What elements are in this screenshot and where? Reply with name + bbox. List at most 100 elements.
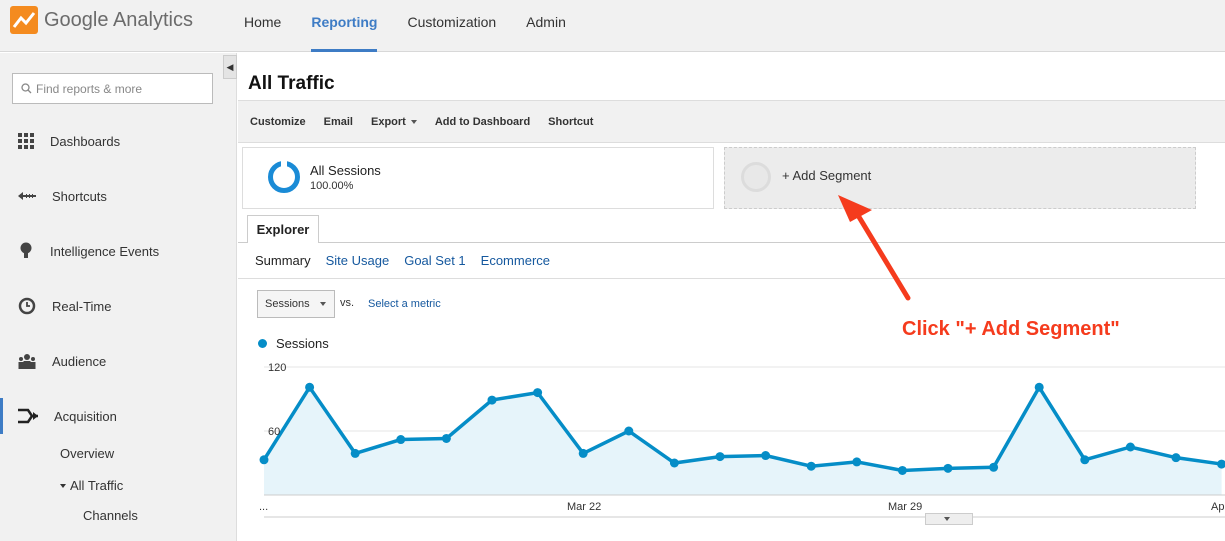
customize-button[interactable]: Customize <box>250 116 306 128</box>
y-tick-label: 120 <box>268 362 286 374</box>
data-point <box>669 458 679 468</box>
sidebar-item-label: Acquisition <box>54 408 117 424</box>
app-name: Google Analytics <box>44 8 193 31</box>
search-input[interactable] <box>36 81 206 96</box>
acquisition-arrows-icon <box>18 408 38 424</box>
segment-all-sessions[interactable]: All Sessions 100.00% <box>242 147 714 209</box>
empty-segment-ring-icon <box>741 162 771 192</box>
subtab-summary[interactable]: Summary <box>255 253 311 268</box>
data-point <box>943 463 953 473</box>
subtab-site-usage[interactable]: Site Usage <box>326 253 390 268</box>
sidebar-subitem-label: All Traffic <box>70 478 124 493</box>
sidebar-item-acquisition[interactable]: Acquisition <box>0 398 236 434</box>
lightbulb-icon <box>20 242 32 258</box>
add-segment-button[interactable]: + Add Segment <box>724 147 1196 209</box>
data-point <box>305 382 315 392</box>
top-bar: Google Analytics Home Reporting Customiz… <box>0 0 1225 52</box>
series-legend-label: Sessions <box>276 336 329 351</box>
sidebar-item-intelligence-events[interactable]: Intelligence Events <box>0 233 236 269</box>
chart-expand-handle[interactable] <box>925 513 973 525</box>
x-tick-label: Mar 22 <box>567 501 601 513</box>
data-point <box>989 462 999 472</box>
y-tick-label: 60 <box>268 426 280 438</box>
subtab-goal-set-1[interactable]: Goal Set 1 <box>404 253 465 268</box>
google-analytics-logo[interactable]: Google Analytics <box>10 6 193 34</box>
report-toolbar: Customize Email Export Add to Dashboard … <box>238 101 1225 143</box>
sidebar-item-label: Audience <box>52 353 107 369</box>
nav-reporting[interactable]: Reporting <box>311 0 378 52</box>
data-point <box>487 395 497 405</box>
sidebar: Dashboards Shortcuts Intelligence Events… <box>0 53 237 541</box>
data-point <box>350 448 360 458</box>
segment-percent: 100.00% <box>310 180 354 192</box>
sidebar-item-audience[interactable]: Audience <box>0 343 236 379</box>
explorer-subtabs: Summary Site Usage Goal Set 1 Ecommerce <box>255 253 565 268</box>
add-segment-label: + Add Segment <box>782 168 872 183</box>
data-point <box>441 433 451 443</box>
nav-admin[interactable]: Admin <box>526 0 566 52</box>
subtab-divider <box>238 278 1225 279</box>
main-nav: Home Reporting Customization Admin <box>244 0 596 52</box>
sidebar-item-label: Shortcuts <box>52 188 107 204</box>
sidebar-subitem-all-traffic[interactable]: All Traffic <box>60 478 123 493</box>
data-point <box>578 448 588 458</box>
metric-selected: Sessions <box>265 298 310 310</box>
expand-caret-icon <box>60 483 66 488</box>
grid-icon <box>18 133 34 149</box>
data-point <box>1171 453 1181 463</box>
sessions-chart[interactable]: 120 60... Mar 22 Mar 29 Ap <box>238 360 1225 541</box>
data-point <box>624 426 634 436</box>
series-area <box>264 387 1222 495</box>
nav-customization[interactable]: Customization <box>407 0 496 52</box>
email-button[interactable]: Email <box>324 116 353 128</box>
data-point <box>1080 455 1090 465</box>
data-point <box>1125 442 1135 452</box>
sidebar-item-label: Intelligence Events <box>50 243 160 259</box>
nav-home[interactable]: Home <box>244 0 281 52</box>
subtab-ecommerce[interactable]: Ecommerce <box>481 253 550 268</box>
tab-divider <box>238 242 1225 243</box>
sidebar-item-label: Real-Time <box>52 298 112 314</box>
people-icon <box>18 354 36 369</box>
sidebar-subitem-channels[interactable]: Channels <box>83 508 138 523</box>
vs-label: vs. <box>340 297 355 309</box>
title-bar: All Traffic <box>238 53 1225 101</box>
segment-name: All Sessions <box>310 163 381 178</box>
data-point <box>806 461 816 471</box>
select-metric-link[interactable]: Select a metric <box>368 298 441 310</box>
metric-dropdown[interactable]: Sessions <box>257 290 335 318</box>
chevron-down-icon <box>944 517 950 521</box>
callout-text: Click "+ Add Segment" <box>902 318 1120 340</box>
x-tick-label: Ap <box>1211 501 1224 513</box>
data-point <box>715 452 725 462</box>
export-label: Export <box>370 115 406 128</box>
sidebar-item-dashboards[interactable]: Dashboards <box>0 123 236 159</box>
data-point <box>259 455 269 465</box>
shortcut-arrow-icon <box>18 192 36 200</box>
shortcut-button[interactable]: Shortcut <box>548 116 593 128</box>
chevron-down-icon <box>319 302 326 306</box>
sidebar-item-label: Dashboards <box>50 133 121 149</box>
x-tick-label: ... <box>259 501 268 513</box>
sidebar-subitem-overview[interactable]: Overview <box>60 446 114 461</box>
tab-explorer[interactable]: Explorer <box>247 215 319 243</box>
data-point <box>1034 382 1044 392</box>
data-point <box>852 457 862 467</box>
collapse-sidebar-button[interactable]: ◀ <box>223 55 237 79</box>
x-tick-label: Mar 29 <box>888 501 922 513</box>
sidebar-item-real-time[interactable]: Real-Time <box>0 288 236 324</box>
data-point <box>533 388 543 398</box>
add-to-dashboard-button[interactable]: Add to Dashboard <box>435 116 530 128</box>
data-point <box>396 435 406 445</box>
sidebar-item-shortcuts[interactable]: Shortcuts <box>0 178 236 214</box>
chevron-down-icon <box>410 119 417 124</box>
search-icon <box>21 83 32 94</box>
data-point <box>761 451 771 461</box>
export-button[interactable]: Export <box>371 116 417 128</box>
data-point <box>897 465 907 475</box>
report-search[interactable] <box>12 73 213 104</box>
analytics-logo-icon <box>10 6 38 34</box>
clock-icon <box>18 297 36 315</box>
series-legend-dot <box>258 339 267 348</box>
page-title: All Traffic <box>248 73 335 94</box>
